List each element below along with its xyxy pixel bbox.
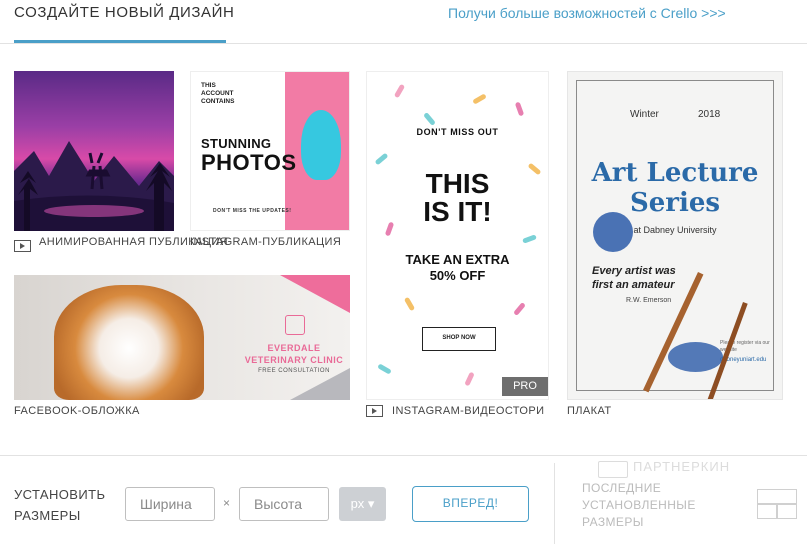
layout-grid-v — [776, 503, 778, 518]
set-size-line2: РАЗМЕРЫ — [14, 508, 81, 523]
insta-small-1: THIS — [201, 82, 216, 89]
confetti — [472, 93, 487, 105]
poster-author: R.W. Emerson — [626, 297, 672, 304]
poster-title-2: Series — [629, 188, 721, 218]
pro-badge: PRO — [502, 377, 548, 396]
insta-model-image — [301, 110, 341, 180]
watermark: ПАРТНЕРКИН — [633, 459, 731, 474]
layout-grid-icon[interactable] — [757, 489, 797, 519]
template-label-facebook-cover: FACEBOOK-ОБЛОЖКА — [14, 405, 140, 417]
watermark-logo-icon — [598, 461, 628, 478]
go-button[interactable]: ВПЕРЕД! — [412, 486, 529, 522]
unit-select[interactable]: px ▾ — [339, 487, 386, 521]
story-top-text: DON'T MISS OUT — [416, 127, 499, 137]
insta-footer: DON'T MISS THE UPDATES! — [213, 208, 292, 214]
width-input[interactable] — [125, 487, 215, 521]
template-instagram-story[interactable]: DON'T MISS OUT THIS IS IT! TAKE AN EXTRA… — [366, 71, 549, 400]
insta-line2: PHOTOS — [201, 150, 297, 175]
story-shop-button: SHOP NOW — [422, 327, 496, 351]
template-animated-post[interactable] — [14, 71, 174, 231]
times-sign: × — [223, 496, 231, 510]
confetti — [377, 363, 392, 375]
vet-cross-icon — [285, 315, 305, 335]
footer-vertical-divider — [554, 463, 555, 544]
upgrade-link[interactable]: Получи больше возможностей с Crello >>> — [448, 5, 726, 21]
insta-small-2: ACCOUNT — [201, 90, 234, 97]
poster-quote-1: Every artist was — [592, 265, 676, 277]
video-icon — [14, 240, 31, 252]
confetti — [403, 296, 416, 312]
story-headline-2: IS IT! — [423, 196, 492, 227]
confetti — [393, 83, 406, 99]
template-label-instagram-story: INSTAGRAM-ВИДЕОСТОРИ — [392, 405, 545, 417]
confetti — [522, 234, 537, 244]
insta-small-3: CONTAINS — [201, 98, 235, 105]
recent-sizes-label: ПОСЛЕДНИЕ УСТАНОВЛЕННЫЕ РАЗМЕРЫ — [582, 480, 696, 531]
insta-small-text: THIS ACCOUNT CONTAINS — [201, 82, 234, 106]
header: СОЗДАЙТЕ НОВЫЙ ДИЗАЙН Получи больше возм… — [0, 0, 807, 44]
page-title: СОЗДАЙТЕ НОВЫЙ ДИЗАЙН — [14, 4, 235, 21]
poster-paint-splash — [668, 342, 723, 372]
story-offer-2: 50% OFF — [429, 268, 486, 283]
poster-title-1: Art Lecture — [591, 158, 759, 188]
confetti — [513, 302, 526, 316]
fb-line1: EVERDALE — [267, 343, 321, 353]
confetti — [464, 371, 475, 387]
template-label-poster: ПЛАКАТ — [567, 405, 612, 417]
template-poster[interactable]: Winter 2018 Art Lecture Series at Dabney… — [567, 71, 783, 400]
recent-line1: ПОСЛЕДНИЕ — [582, 481, 662, 495]
poster-venue: at Dabney University — [633, 225, 717, 235]
title-underline — [14, 40, 226, 43]
poster-quote-2: first an amateur — [592, 279, 675, 291]
template-facebook-cover[interactable]: EVERDALE VETERINARY CLINIC FREE CONSULTA… — [14, 275, 350, 400]
story-headline-1: THIS — [425, 168, 490, 199]
poster-year: 2018 — [698, 109, 721, 120]
confetti — [423, 112, 436, 126]
template-label-instagram-post: INSTAGRAM-ПУБЛИКАЦИЯ — [190, 236, 342, 248]
fb-pink-corner — [280, 275, 350, 313]
animated-preview-illustration — [14, 141, 174, 231]
height-input[interactable] — [239, 487, 329, 521]
story-headline: THIS IS IT! — [367, 170, 548, 226]
confetti — [514, 101, 525, 117]
video-icon — [366, 405, 383, 417]
set-size-label: УСТАНОВИТЬ РАЗМЕРЫ — [14, 484, 105, 526]
insta-line1: STUNNING — [201, 136, 272, 151]
fb-line3: FREE CONSULTATION — [258, 368, 330, 374]
recent-line3: РАЗМЕРЫ — [582, 515, 644, 529]
set-size-line1: УСТАНОВИТЬ — [14, 487, 106, 502]
confetti — [374, 152, 389, 166]
story-offer-1: TAKE AN EXTRA — [405, 252, 510, 267]
template-instagram-post[interactable]: THIS ACCOUNT CONTAINS STUNNING PHOTOS DO… — [190, 71, 350, 231]
footer-divider — [0, 455, 807, 456]
dog-image — [54, 285, 204, 400]
recent-line2: УСТАНОВЛЕННЫЕ — [582, 498, 696, 512]
poster-season: Winter — [630, 109, 659, 120]
fb-line2: VETERINARY CLINIC — [244, 355, 344, 365]
